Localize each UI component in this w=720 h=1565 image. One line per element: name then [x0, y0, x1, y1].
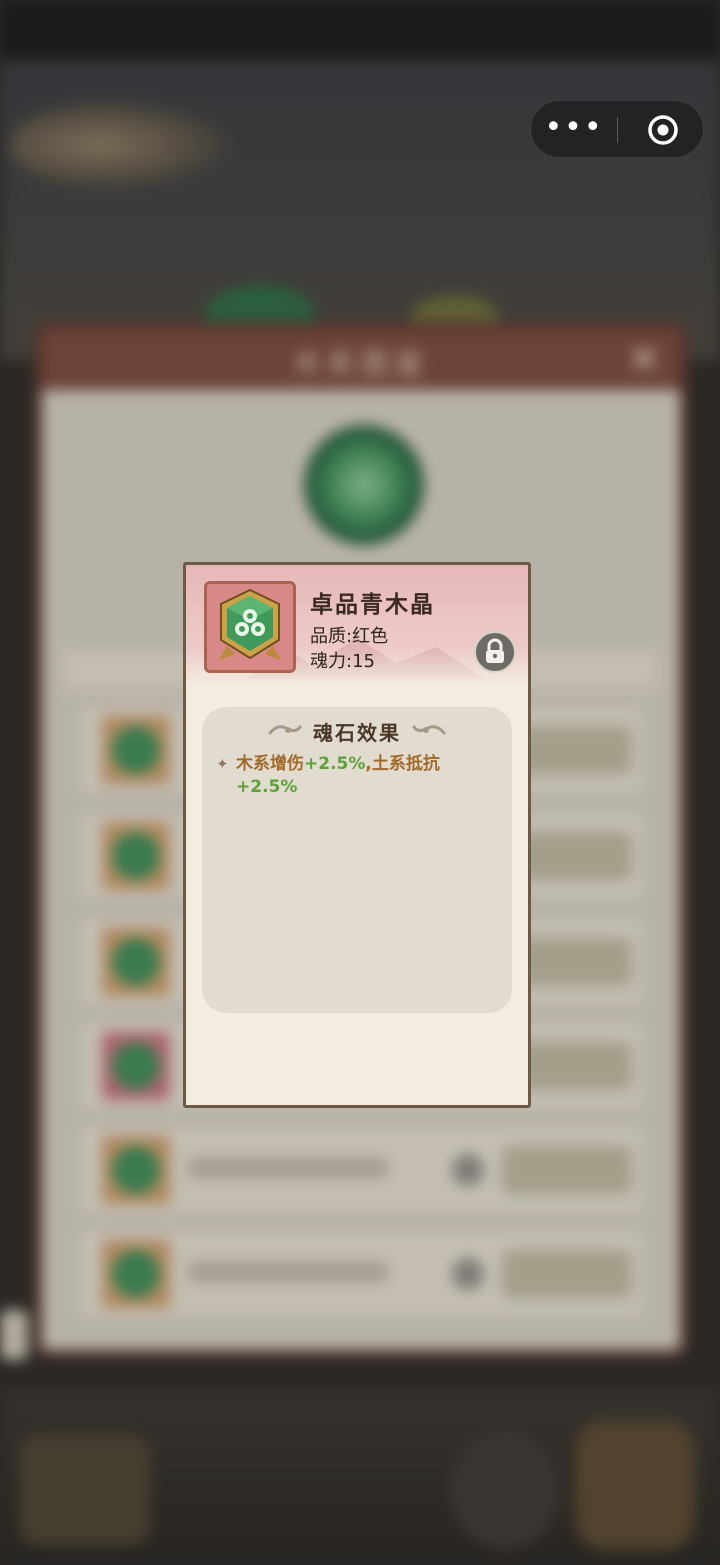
more-dots-icon[interactable]: •••: [531, 101, 617, 159]
effect-value-1: +2.5%: [304, 754, 366, 774]
effect-stat-1: 木系增伤: [236, 754, 304, 774]
item-detail-card: 卓品青木晶 品质:红色 魂力:15 魂石效果 ✦ 木系增伤+2.5%,土系抵抗 +…: [183, 562, 531, 1108]
item-soul-power: 魂力:15: [310, 651, 375, 672]
green-clover-gem-icon: [219, 588, 281, 660]
effect-title: 魂石效果: [313, 721, 401, 745]
item-quality: 品质:红色: [310, 626, 389, 647]
miniprogram-capsule: •••: [530, 100, 704, 158]
effect-bullet-icon: ✦: [216, 755, 229, 773]
target-circle-icon[interactable]: [646, 113, 680, 147]
item-name: 卓品青木晶: [310, 592, 435, 618]
cloud-swirl-icon: [412, 725, 446, 735]
capsule-divider: [617, 117, 618, 143]
effect-description: 木系增伤+2.5%,土系抵抗 +2.5%: [236, 753, 498, 799]
item-icon-frame: [204, 581, 296, 673]
lock-button[interactable]: [474, 631, 516, 673]
effect-stat-2: 土系抵抗: [371, 754, 440, 774]
soulstone-effect-panel: 魂石效果 ✦ 木系增伤+2.5%,土系抵抗 +2.5%: [202, 707, 512, 1013]
lock-icon: [486, 638, 504, 663]
effect-value-2: +2.5%: [236, 777, 298, 797]
